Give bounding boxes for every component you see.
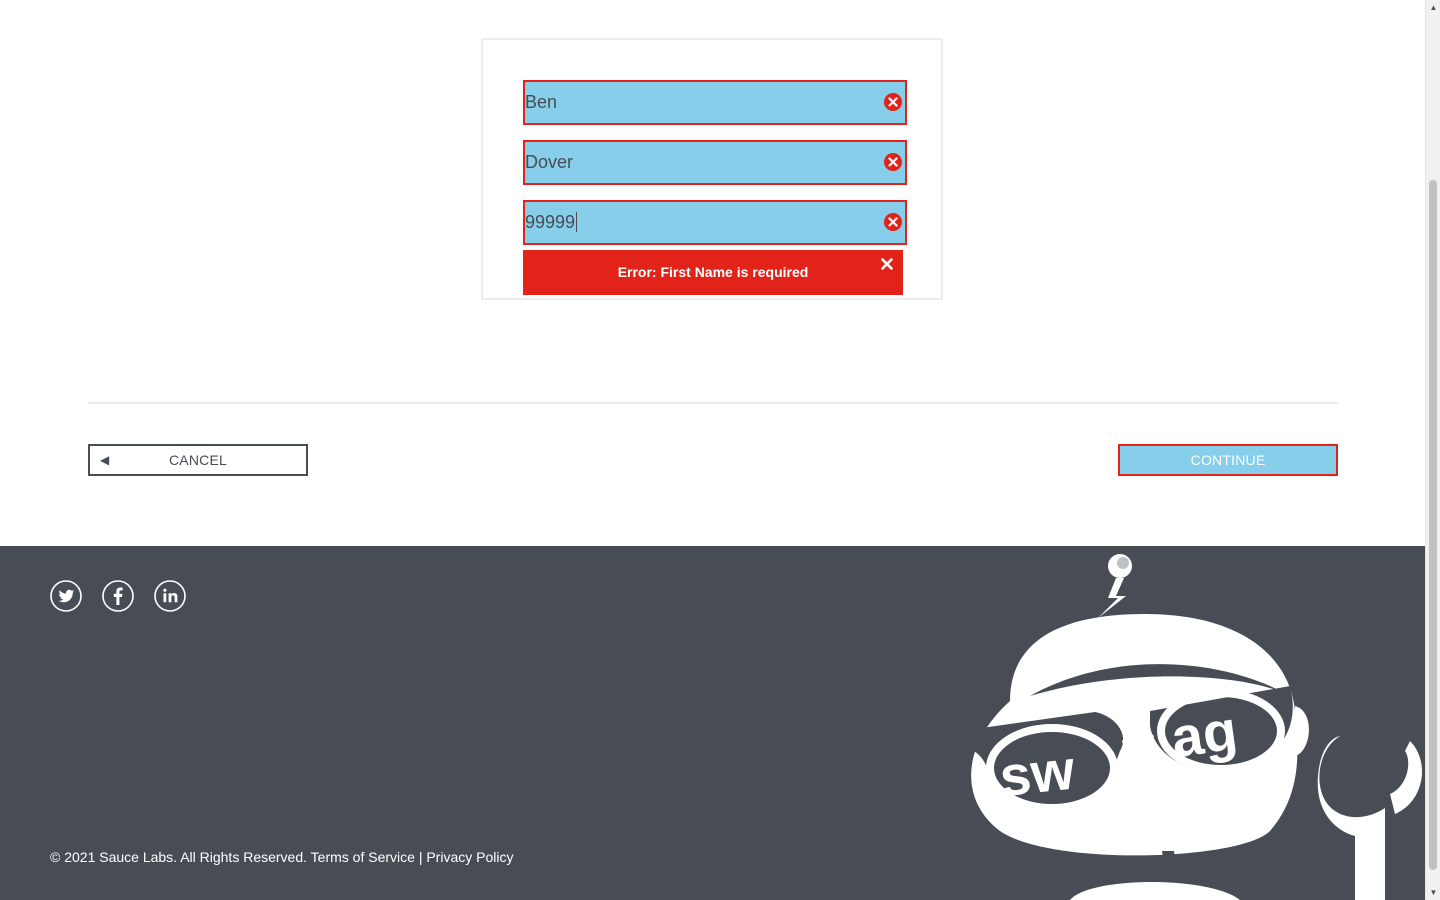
back-arrow-icon: ◀ bbox=[100, 453, 110, 467]
cancel-button[interactable]: ◀ CANCEL bbox=[88, 444, 308, 476]
error-message-text: Error: First Name is required bbox=[617, 264, 809, 280]
copyright-text: © 2021 Sauce Labs. All Rights Reserved. bbox=[50, 849, 308, 865]
first-name-value: Ben bbox=[525, 92, 558, 112]
linkedin-icon[interactable] bbox=[154, 580, 186, 612]
checkout-info-section: Ben Dover 99999 Error: First Name is req… bbox=[0, 0, 1425, 546]
swag-bot-logo: sw ag bbox=[960, 554, 1422, 900]
scroll-down-arrow-icon[interactable]: ▼ bbox=[1426, 885, 1440, 900]
close-icon[interactable] bbox=[879, 256, 895, 272]
first-name-input[interactable]: Ben bbox=[523, 80, 907, 125]
twitter-icon[interactable] bbox=[50, 580, 82, 612]
last-name-input[interactable]: Dover bbox=[523, 140, 907, 185]
postal-code-text: 99999 bbox=[525, 212, 576, 232]
scroll-up-arrow-icon[interactable]: ▲ bbox=[1426, 0, 1440, 15]
page-scrollbar[interactable]: ▲ ▼ bbox=[1425, 0, 1440, 900]
scroll-thumb[interactable] bbox=[1429, 180, 1437, 870]
cancel-button-label: CANCEL bbox=[169, 452, 227, 468]
facebook-icon[interactable] bbox=[102, 580, 134, 612]
text-caret bbox=[576, 211, 578, 232]
continue-button[interactable]: CONTINUE bbox=[1118, 444, 1338, 476]
last-name-value: Dover bbox=[525, 152, 574, 172]
footer: © 2021 Sauce Labs. All Rights Reserved. … bbox=[0, 546, 1425, 900]
privacy-link[interactable]: Privacy Policy bbox=[426, 849, 513, 865]
postal-code-input[interactable]: 99999 bbox=[523, 200, 907, 245]
error-message-banner: Error: First Name is required bbox=[523, 250, 903, 295]
error-circle-icon bbox=[884, 153, 902, 171]
actions-divider bbox=[88, 402, 1338, 404]
error-circle-icon bbox=[884, 93, 902, 111]
copyright-line: © 2021 Sauce Labs. All Rights Reserved. … bbox=[50, 849, 513, 865]
postal-code-value: 99999 bbox=[525, 202, 578, 243]
error-circle-icon bbox=[884, 213, 902, 231]
footer-separator: | bbox=[418, 849, 423, 865]
terms-link[interactable]: Terms of Service bbox=[311, 849, 415, 865]
svg-text:ag: ag bbox=[1167, 698, 1240, 769]
svg-text:sw: sw bbox=[997, 738, 1078, 809]
checkout-page: Ben Dover 99999 Error: First Name is req… bbox=[0, 0, 1440, 900]
continue-button-label: CONTINUE bbox=[1190, 452, 1266, 468]
